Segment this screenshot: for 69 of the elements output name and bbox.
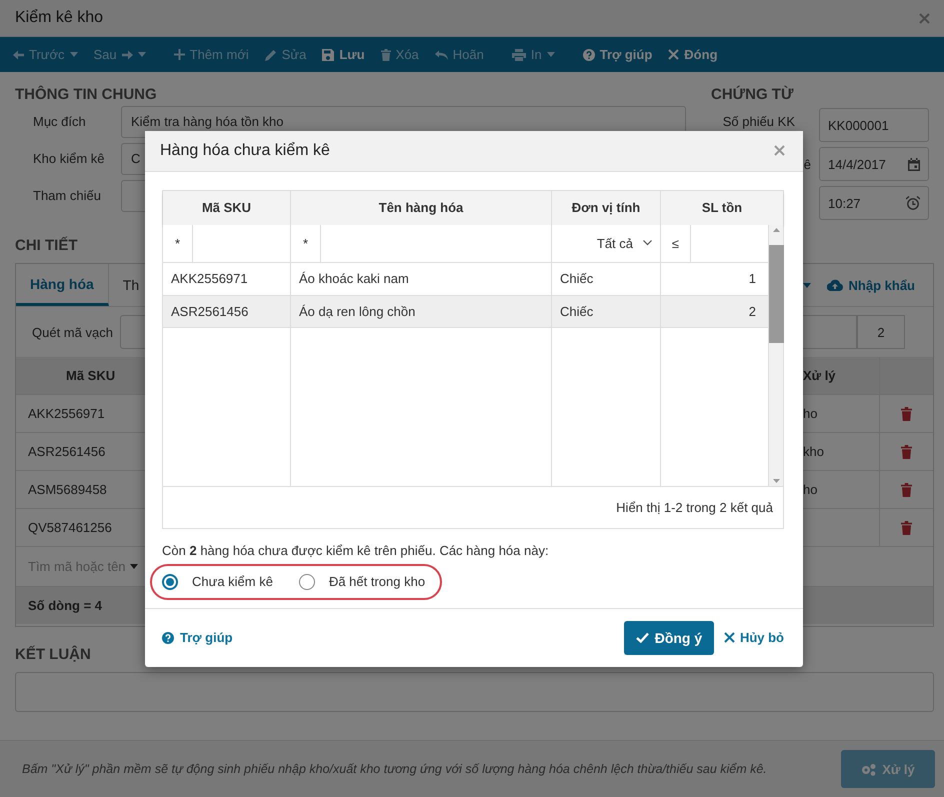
tab[interactable]: Hàng hóa (16, 264, 109, 306)
close-icon (668, 49, 680, 60)
radio-option[interactable]: Đã hết trong kho (298, 574, 426, 590)
toolbar-button[interactable]: Trợ giúp (576, 43, 660, 66)
confirm-button[interactable]: Đồng ý (624, 620, 714, 655)
column-header: SL tồn (700, 199, 744, 218)
section-heading: THÔNG TIN CHUNG (15, 84, 158, 105)
table-cell[interactable]: 2 (661, 296, 769, 328)
close-icon (919, 12, 930, 24)
close-icon (774, 145, 785, 156)
field-label: Kho kiểm kê (32, 151, 106, 166)
radio-button[interactable] (298, 574, 315, 590)
conclusion-field[interactable] (15, 672, 934, 712)
scroll-down-icon (772, 478, 780, 483)
pencil-icon (264, 48, 277, 60)
undo-icon (434, 50, 448, 60)
help-icon (582, 48, 595, 60)
field-label: Số phiếu KK (722, 114, 796, 128)
alarm-clock-icon (906, 196, 920, 210)
trash-icon[interactable] (901, 520, 912, 534)
check-icon (636, 632, 649, 644)
trash-icon[interactable] (901, 406, 912, 420)
trash-icon[interactable] (901, 444, 912, 458)
section-heading: CHỨNG TỪ (711, 84, 794, 105)
chevron-down-icon (643, 240, 652, 246)
table-cell[interactable]: Áo dạ ren lông chồn (291, 296, 552, 328)
cancel-button[interactable]: Hủy bỏ (724, 630, 784, 646)
table-cell[interactable]: ASR2561456 (163, 296, 291, 328)
section-heading: CHI TIẾT (15, 236, 78, 256)
help-link[interactable]: Trợ giúp (162, 630, 233, 646)
section-heading: KẾT LUẬN (15, 644, 91, 665)
trash-icon[interactable] (901, 482, 912, 496)
toolbar-button[interactable]: Đóng (661, 43, 725, 66)
caret-icon (546, 52, 555, 57)
radio-button[interactable] (162, 574, 178, 590)
field-label: Tham chiếu (32, 188, 102, 203)
field-label: ê (802, 156, 812, 172)
caret-icon (802, 282, 811, 288)
time-field[interactable]: 10:27 (819, 186, 929, 220)
field-label: Quét mã vạch (32, 324, 114, 340)
trash-icon (380, 48, 391, 60)
close-button[interactable] (919, 12, 930, 24)
help-icon (162, 632, 174, 644)
arrow-right-icon (122, 50, 133, 60)
scrollbar[interactable] (769, 224, 783, 486)
calendar-icon (908, 158, 920, 170)
field-label: Mục đích (32, 114, 87, 129)
window-title: Kiểm kê kho (15, 9, 104, 27)
column-header: Xử lý (803, 357, 879, 395)
gears-icon (861, 762, 876, 776)
caret-icon (70, 52, 78, 57)
quantity-field[interactable]: 2 (857, 315, 905, 349)
import-button[interactable]: Nhập khẩu (826, 278, 915, 292)
date-field[interactable]: 14/4/2017 (819, 147, 929, 181)
printer-icon (512, 48, 526, 60)
toolbar-button[interactable]: Lưu (315, 43, 372, 66)
close-button[interactable] (774, 145, 785, 156)
plus-icon (174, 49, 185, 60)
table-cell[interactable]: Chiếc (552, 296, 661, 328)
dialog-title: Hàng hóa chưa kiểm kê (160, 142, 330, 160)
close-icon (724, 632, 735, 644)
caret-icon (130, 564, 138, 569)
scroll-up-icon (772, 228, 780, 232)
input-field[interactable]: KK000001 (819, 108, 929, 142)
caret-icon (138, 52, 146, 57)
radio-option[interactable]: Chưa kiểm kê (162, 574, 273, 590)
hint-text: Bấm "Xử lý" phần mềm sẽ tự động sinh phiếu nhập kho/xuất kho tương ứng với số lượng hàng hóa chênh lệch thừa/thiếu sau kiểm kê. (22, 762, 767, 776)
cloud-upload-icon (826, 279, 843, 291)
arrow-left-icon (13, 50, 24, 60)
